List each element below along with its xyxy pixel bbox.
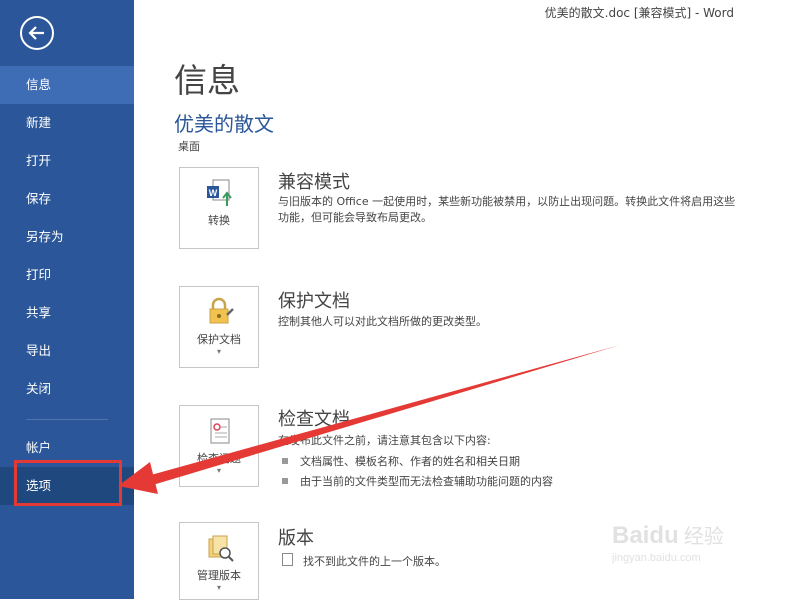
protect-label: 保护文档 bbox=[197, 333, 241, 346]
info-panel: 信息 优美的散文 桌面 W 转换 兼容模式 与旧版本的 Office 一起使用时… bbox=[134, 0, 800, 600]
compat-desc: 与旧版本的 Office 一起使用时，某些新功能被禁用，以防止出现问题。转换此文… bbox=[278, 195, 736, 224]
check-issues-button[interactable]: 检查问题 ▾ bbox=[179, 405, 259, 487]
inspect-bullet-2: 由于当前的文件类型而无法检查辅助功能问题的内容 bbox=[282, 473, 553, 489]
protect-dropdown-icon: ▾ bbox=[216, 347, 221, 356]
nav-save-as[interactable]: 另存为 bbox=[0, 218, 134, 256]
backstage-sidebar: 信息 新建 打开 保存 另存为 打印 共享 导出 关闭 帐户 选项 bbox=[0, 0, 134, 599]
nav-export[interactable]: 导出 bbox=[0, 332, 134, 370]
nav-share[interactable]: 共享 bbox=[0, 294, 134, 332]
versions-desc: 找不到此文件的上一个版本。 bbox=[282, 553, 742, 570]
nav-save[interactable]: 保存 bbox=[0, 180, 134, 218]
page-title: 信息 bbox=[174, 61, 240, 100]
versions-desc-text: 找不到此文件的上一个版本。 bbox=[303, 555, 446, 568]
nav-account[interactable]: 帐户 bbox=[0, 429, 134, 467]
manage-versions-button[interactable]: 管理版本 ▾ bbox=[179, 522, 259, 600]
inspect-desc: 在发布此文件之前，请注意其包含以下内容: bbox=[278, 434, 491, 447]
checklist-icon bbox=[210, 418, 230, 444]
back-button[interactable] bbox=[20, 16, 54, 50]
word-convert-icon: W bbox=[207, 179, 232, 206]
compat-title: 兼容模式 bbox=[278, 172, 350, 193]
document-name: 优美的散文 bbox=[174, 112, 274, 136]
nav-print[interactable]: 打印 bbox=[0, 256, 134, 294]
nav-info[interactable]: 信息 bbox=[0, 66, 134, 104]
protect-desc: 控制其他人可以对此文档所做的更改类型。 bbox=[278, 315, 487, 328]
nav-open[interactable]: 打开 bbox=[0, 142, 134, 180]
convert-button[interactable]: W 转换 bbox=[179, 167, 259, 249]
svg-text:W: W bbox=[209, 188, 218, 198]
nav-new[interactable]: 新建 bbox=[0, 104, 134, 142]
document-icon bbox=[282, 553, 293, 566]
protect-document-button[interactable]: 保护文档 ▾ bbox=[179, 286, 259, 368]
inspect-title: 检查文档 bbox=[278, 409, 350, 430]
nav-divider bbox=[26, 419, 108, 420]
nav-close[interactable]: 关闭 bbox=[0, 370, 134, 408]
lock-key-icon bbox=[209, 297, 234, 324]
nav-options[interactable]: 选项 bbox=[0, 467, 134, 505]
document-path: 桌面 bbox=[178, 140, 200, 153]
protect-title: 保护文档 bbox=[278, 291, 350, 312]
manage-versions-dropdown-icon: ▾ bbox=[216, 583, 221, 592]
check-issues-dropdown-icon: ▾ bbox=[216, 466, 221, 475]
versions-icon bbox=[208, 535, 234, 562]
manage-versions-label: 管理版本 bbox=[197, 569, 241, 582]
check-issues-label: 检查问题 bbox=[197, 452, 241, 465]
backstage-nav: 信息 新建 打开 保存 另存为 打印 共享 导出 关闭 bbox=[0, 66, 134, 408]
convert-label: 转换 bbox=[208, 214, 230, 227]
inspect-bullet-1: 文档属性、模板名称、作者的姓名和相关日期 bbox=[282, 453, 520, 469]
versions-title: 版本 bbox=[278, 528, 314, 549]
back-arrow-icon bbox=[28, 26, 44, 40]
